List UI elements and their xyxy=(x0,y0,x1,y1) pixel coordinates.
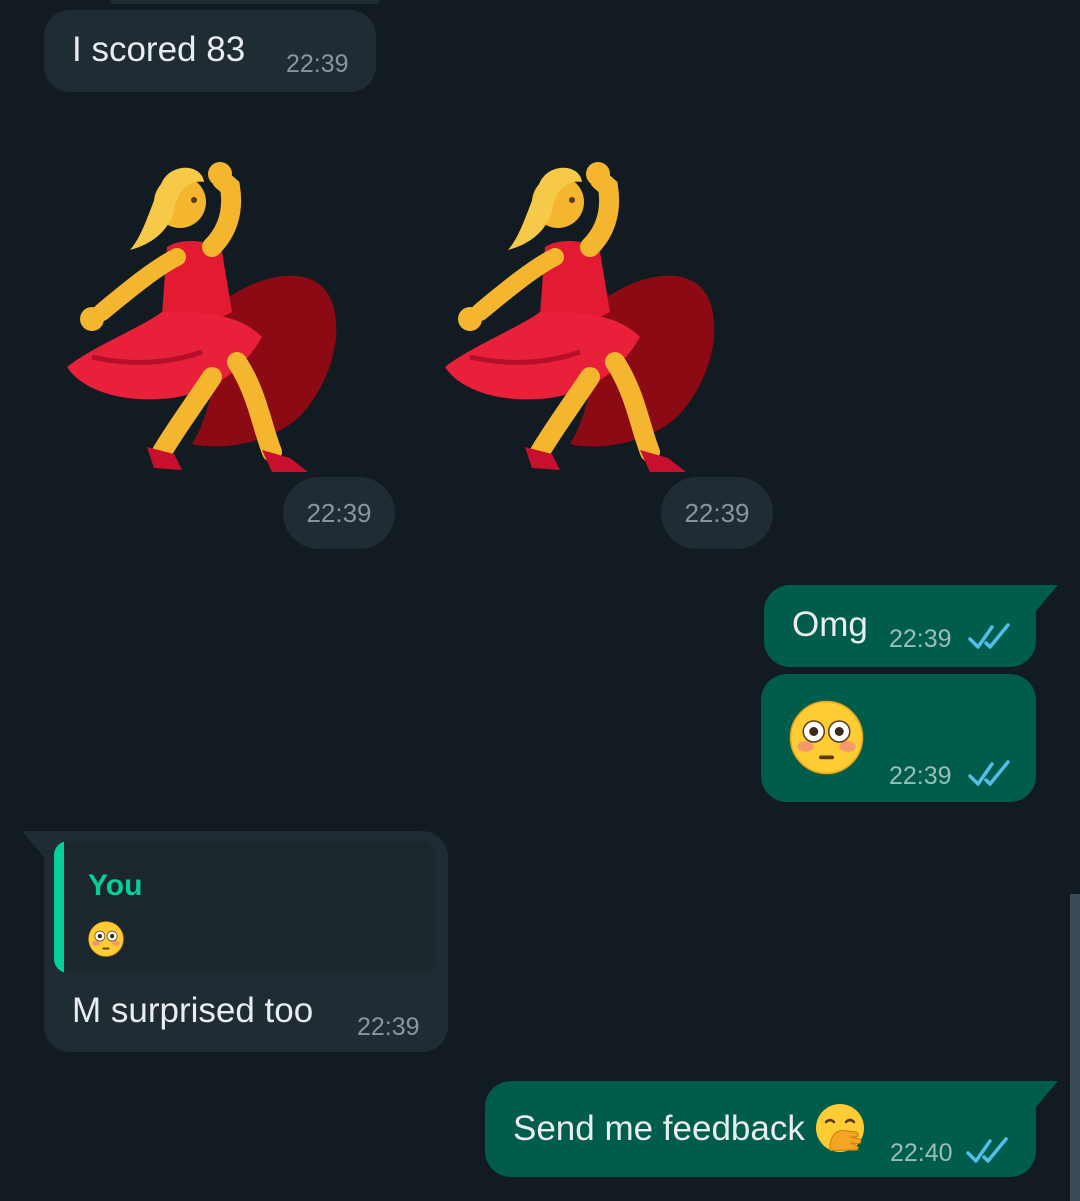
message-text: M surprised too xyxy=(72,991,314,1030)
message-text: I scored 83 xyxy=(72,30,246,69)
scrollbar[interactable] xyxy=(1070,894,1080,1201)
sticker-time: 22:39 xyxy=(661,477,773,549)
face-with-hand-over-mouth-icon xyxy=(815,1103,865,1153)
incoming-message[interactable]: I scored 83 22:39 xyxy=(44,10,376,92)
message-text: Omg xyxy=(792,605,868,644)
read-receipt-icon xyxy=(968,760,1010,786)
outgoing-message[interactable]: Omg 22:39 xyxy=(764,585,1036,667)
woman-dancing-sticker[interactable] xyxy=(440,152,730,492)
read-receipt-icon xyxy=(968,623,1010,649)
message-time: 22:39 xyxy=(357,1013,420,1041)
message-time: 22:40 xyxy=(890,1139,953,1167)
incoming-reply-message[interactable]: You M surprised too 22:39 xyxy=(44,831,448,1052)
sticker-time: 22:39 xyxy=(283,477,395,549)
outgoing-message[interactable]: 22:39 xyxy=(761,674,1036,802)
read-receipt-icon xyxy=(966,1137,1008,1163)
quote-author: You xyxy=(88,869,143,902)
quoted-message[interactable]: You xyxy=(54,841,436,973)
message-text: Send me feedback xyxy=(513,1109,805,1148)
message-time: 22:39 xyxy=(889,762,952,790)
flushed-face-icon xyxy=(88,921,124,957)
message-time: 22:39 xyxy=(889,625,952,653)
flushed-face-icon xyxy=(789,700,864,775)
woman-dancing-sticker[interactable] xyxy=(62,152,352,492)
outgoing-message[interactable]: Send me feedback 22:40 xyxy=(485,1081,1036,1177)
quote-accent-bar xyxy=(54,841,64,973)
message-time: 22:39 xyxy=(286,50,349,78)
previous-bubble-edge xyxy=(110,0,380,4)
